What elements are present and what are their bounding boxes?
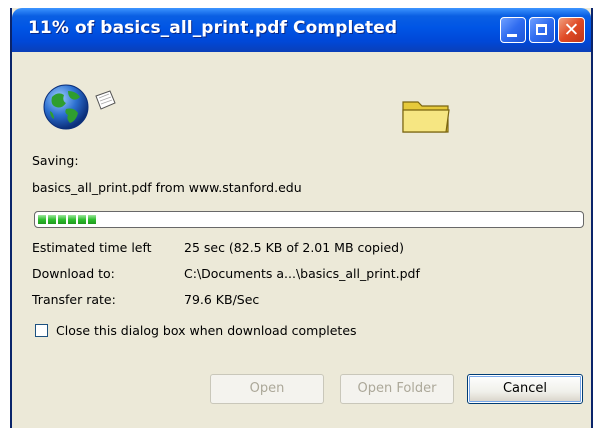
maximize-button[interactable]	[529, 17, 555, 43]
title-bar[interactable]: 11% of basics_all_print.pdf Completed ✕	[12, 8, 591, 52]
open-button[interactable]: Open	[210, 374, 324, 404]
close-button[interactable]: ✕	[558, 17, 585, 43]
open-folder-button[interactable]: Open Folder	[340, 374, 454, 404]
download-dialog: 11% of basics_all_print.pdf Completed ✕ …	[10, 8, 593, 428]
window-title: 11% of basics_all_print.pdf Completed	[28, 18, 398, 38]
download-to-label: Download to:	[32, 266, 115, 281]
estimated-time-value: 25 sec (82.5 KB of 2.01 MB copied)	[184, 240, 404, 255]
close-when-done-checkbox[interactable]	[35, 324, 48, 337]
flying-document-icon	[95, 90, 116, 110]
cancel-button[interactable]: Cancel	[467, 374, 583, 404]
saving-label: Saving:	[32, 153, 79, 168]
progress-block	[58, 215, 66, 224]
progress-block	[38, 215, 46, 224]
progress-block	[78, 215, 86, 224]
progress-block	[48, 215, 56, 224]
close-when-done-label[interactable]: Close this dialog box when download comp…	[56, 323, 357, 338]
close-icon: ✕	[563, 19, 580, 41]
transfer-rate-value: 79.6 KB/Sec	[184, 292, 260, 307]
progress-block	[88, 215, 96, 224]
transfer-rate-label: Transfer rate:	[32, 292, 116, 307]
download-to-value: C:\Documents a...\basics_all_print.pdf	[184, 266, 420, 281]
estimated-time-label: Estimated time left	[32, 240, 152, 255]
globe-icon	[43, 84, 89, 130]
progress-fill	[38, 215, 96, 224]
progress-block	[68, 215, 76, 224]
file-source-text: basics_all_print.pdf from www.stanford.e…	[32, 180, 302, 195]
folder-icon	[402, 101, 450, 133]
download-progress-bar	[34, 211, 584, 228]
minimize-button[interactable]	[500, 17, 526, 43]
